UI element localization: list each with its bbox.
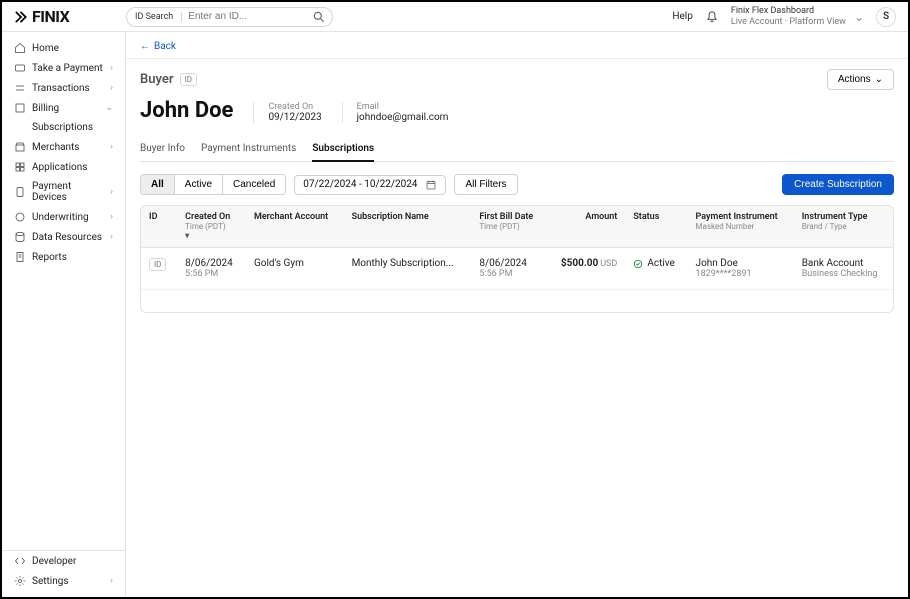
notifications-icon[interactable] — [705, 10, 719, 24]
meta-value-email: johndoe@gmail.com — [357, 112, 449, 123]
entity-label: Buyer — [140, 72, 174, 87]
search-box[interactable]: ID Search — [126, 7, 333, 27]
cell-created: 8/06/20245:56 PM — [177, 248, 246, 290]
chevron-right-icon: › — [110, 212, 113, 222]
logo: FINIX — [14, 7, 126, 26]
seg-active[interactable]: Active — [175, 175, 223, 194]
developer-icon — [14, 555, 26, 567]
th-first-bill[interactable]: First Bill DateTime (PDT) — [471, 206, 547, 248]
meta-label-email: Email — [357, 102, 449, 112]
search-icon — [312, 10, 326, 24]
create-subscription-button[interactable]: Create Subscription — [782, 174, 894, 195]
sidebar-item-billing[interactable]: Billing⌄ — [2, 98, 125, 118]
cell-status: Active — [625, 248, 687, 290]
tab-subscriptions[interactable]: Subscriptions — [312, 137, 374, 162]
billing-icon — [14, 102, 26, 114]
th-instrument-type[interactable]: Instrument TypeBrand / Type — [794, 206, 893, 248]
sidebar: Home Take a Payment› Transactions› Billi… — [2, 32, 126, 597]
payment-icon — [14, 62, 26, 74]
devices-icon — [14, 186, 26, 198]
cell-sub-name: Monthly Subscription... — [344, 248, 472, 290]
chevron-down-icon: ⌄ — [854, 10, 864, 24]
row-id-chip[interactable]: ID — [149, 258, 166, 271]
sidebar-item-data-resources[interactable]: Data Resources› — [2, 227, 125, 247]
subscriptions-table: ID Created OnTime (PDT) Merchant Account… — [140, 205, 894, 313]
seg-canceled[interactable]: Canceled — [223, 175, 285, 194]
chevron-right-icon: › — [110, 187, 113, 197]
date-range-picker[interactable]: 07/22/2024 - 10/22/2024 — [294, 175, 446, 195]
help-link[interactable]: Help — [672, 11, 692, 22]
th-payment-instrument[interactable]: Payment InstrumentMasked Number — [688, 206, 794, 248]
th-id[interactable]: ID — [141, 206, 177, 248]
th-status[interactable]: Status — [625, 206, 687, 248]
meta-value-created: 09/12/2023 — [268, 112, 321, 123]
avatar[interactable]: S — [876, 7, 896, 27]
id-chip[interactable]: ID — [180, 73, 197, 86]
topbar: FINIX ID Search Help Finix Flex Dashboar… — [2, 2, 908, 32]
reports-icon — [14, 251, 26, 263]
sidebar-item-merchants[interactable]: Merchants› — [2, 137, 125, 157]
home-icon — [14, 42, 26, 54]
cell-first-bill: 8/06/20245:56 PM — [471, 248, 547, 290]
cell-amount: $500.00USD — [547, 248, 625, 290]
sidebar-subitem-subscriptions[interactable]: Subscriptions — [2, 118, 125, 137]
table-row[interactable]: ID 8/06/20245:56 PM Gold's Gym Monthly S… — [141, 248, 893, 290]
chevron-down-icon: ⌄ — [105, 103, 113, 113]
gear-icon — [14, 575, 26, 587]
tabs: Buyer Info Payment Instruments Subscript… — [140, 137, 894, 162]
search-prefix: ID Search — [127, 12, 182, 22]
sidebar-item-transactions[interactable]: Transactions› — [2, 78, 125, 98]
account-switcher[interactable]: Finix Flex Dashboard Live Account · Plat… — [731, 6, 846, 28]
logo-text: FINIX — [32, 7, 69, 26]
search-input[interactable] — [182, 11, 312, 22]
check-circle-icon — [633, 259, 643, 269]
logo-icon — [14, 10, 28, 24]
status-segment: All Active Canceled — [140, 174, 286, 195]
dashboard-name: Finix Flex Dashboard — [731, 6, 846, 17]
cell-merchant: Gold's Gym — [246, 248, 344, 290]
cell-instrument-type: Bank AccountBusiness Checking — [794, 248, 893, 290]
main-content: ← Back Buyer ID Actions ⌄ John Doe Creat… — [126, 32, 908, 597]
underwriting-icon — [14, 211, 26, 223]
applications-icon — [14, 161, 26, 173]
th-merchant[interactable]: Merchant Account — [246, 206, 344, 248]
back-link[interactable]: ← Back — [140, 41, 176, 52]
sidebar-item-take-payment[interactable]: Take a Payment› — [2, 58, 125, 78]
tab-buyer-info[interactable]: Buyer Info — [140, 137, 185, 161]
th-sub-name[interactable]: Subscription Name — [344, 206, 472, 248]
data-icon — [14, 231, 26, 243]
chevron-right-icon: › — [110, 63, 113, 73]
sidebar-item-developer[interactable]: Developer — [2, 551, 125, 571]
calendar-icon — [425, 179, 437, 191]
chevron-right-icon: › — [110, 142, 113, 152]
chevron-right-icon: › — [110, 232, 113, 242]
sidebar-item-reports[interactable]: Reports — [2, 247, 125, 267]
chevron-right-icon: › — [110, 83, 113, 93]
buyer-name: John Doe — [140, 98, 233, 123]
sidebar-item-settings[interactable]: Settings› — [2, 571, 125, 591]
th-created-on[interactable]: Created OnTime (PDT) — [177, 206, 246, 248]
th-amount[interactable]: Amount — [547, 206, 625, 248]
chevron-down-icon: ⌄ — [875, 74, 883, 85]
transactions-icon — [14, 82, 26, 94]
merchants-icon — [14, 141, 26, 153]
meta-label-created: Created On — [268, 102, 321, 112]
all-filters-button[interactable]: All Filters — [454, 174, 517, 195]
arrow-left-icon: ← — [140, 41, 150, 52]
chevron-right-icon: › — [110, 576, 113, 586]
sidebar-item-applications[interactable]: Applications — [2, 157, 125, 177]
tab-payment-instruments[interactable]: Payment Instruments — [201, 137, 296, 161]
sidebar-item-payment-devices[interactable]: Payment Devices› — [2, 177, 125, 207]
actions-button[interactable]: Actions ⌄ — [827, 69, 894, 90]
sidebar-item-underwriting[interactable]: Underwriting› — [2, 207, 125, 227]
topbar-right: Help Finix Flex Dashboard Live Account ·… — [672, 6, 896, 28]
sidebar-item-home[interactable]: Home — [2, 38, 125, 58]
seg-all[interactable]: All — [141, 175, 175, 194]
cell-payment-instrument: John Doe1829****2891 — [688, 248, 794, 290]
filter-row: All Active Canceled 07/22/2024 - 10/22/2… — [140, 174, 894, 195]
